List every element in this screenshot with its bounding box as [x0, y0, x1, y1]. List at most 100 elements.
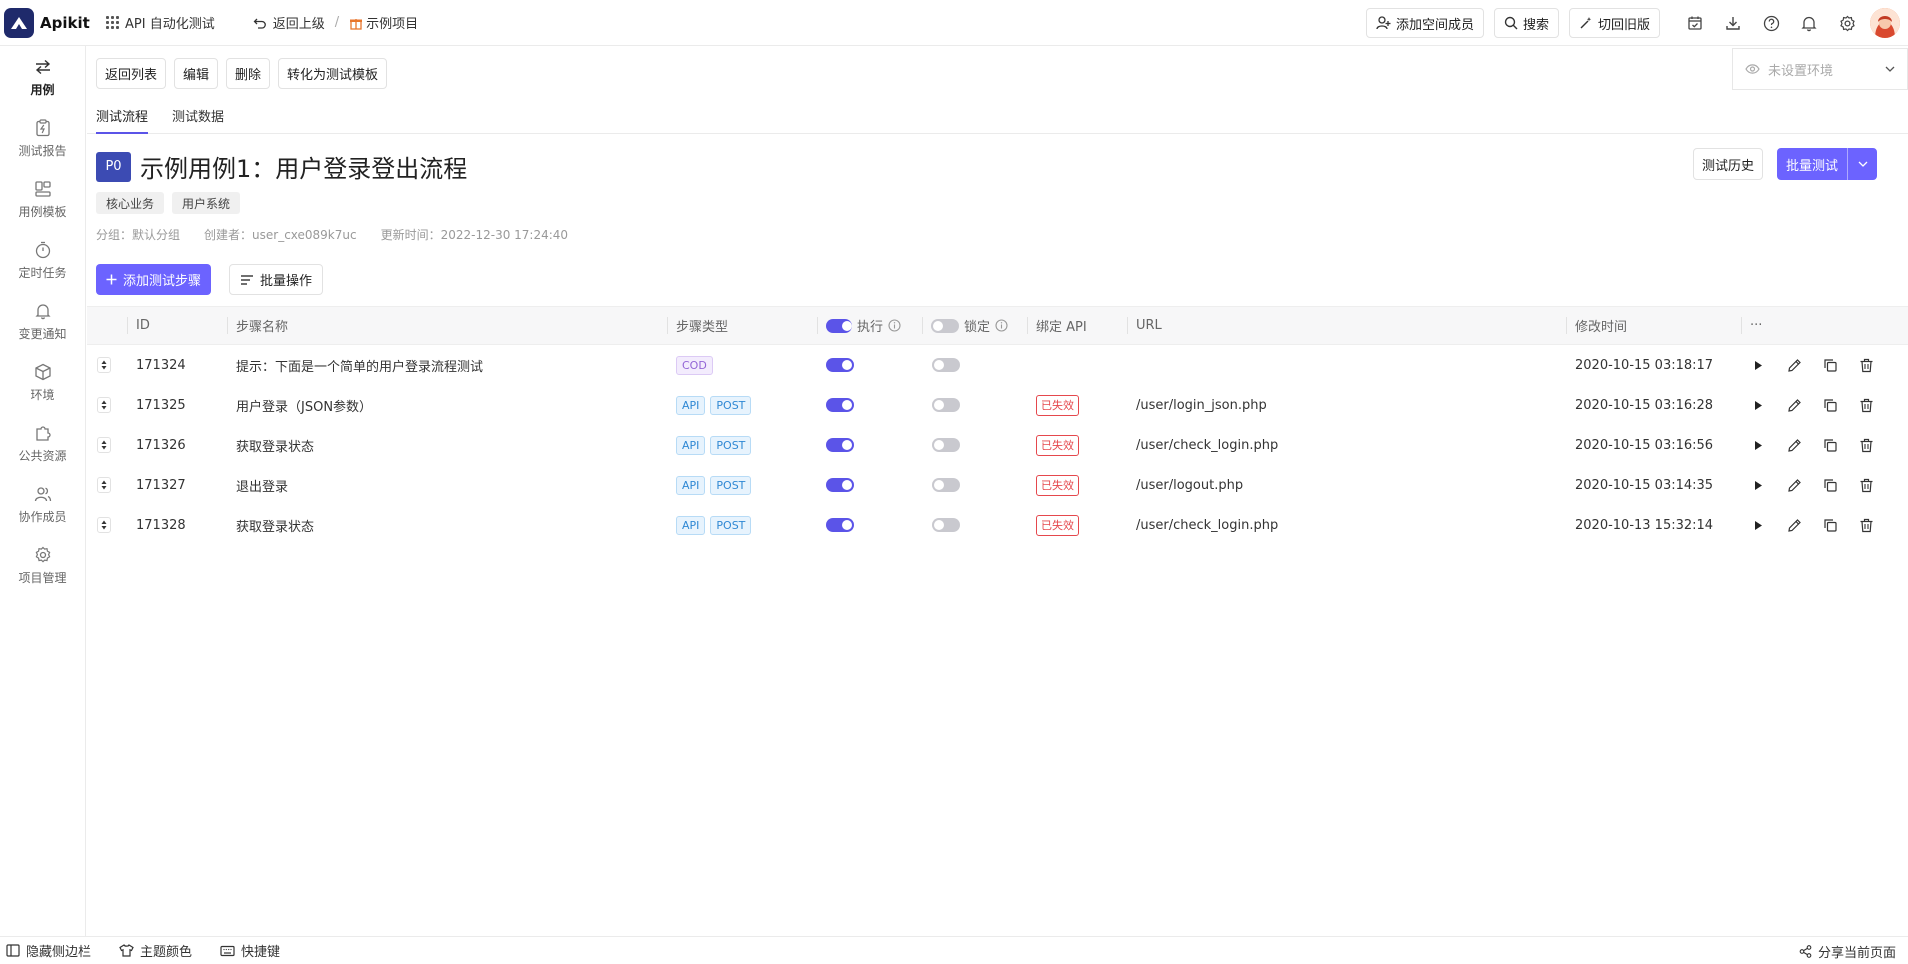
copy-step-button[interactable]: [1812, 345, 1848, 385]
toggle-all-execute[interactable]: [826, 318, 852, 333]
theme-color-button[interactable]: 主题颜色: [119, 941, 192, 960]
table-row[interactable]: 171327 退出登录 API POST 已失效 /user/logout.php…: [87, 465, 1908, 505]
sidebar-item-project-management[interactable]: 项目管理: [0, 534, 85, 595]
test-history-button[interactable]: 测试历史: [1693, 148, 1764, 180]
execute-toggle[interactable]: [826, 478, 854, 492]
shortcuts-button[interactable]: 快捷键: [220, 941, 280, 960]
edit-step-button[interactable]: [1776, 505, 1812, 545]
table-row[interactable]: 171325 用户登录（JSON参数） API POST 已失效 /user/lo…: [87, 385, 1908, 425]
edit-step-button[interactable]: [1776, 345, 1812, 385]
download-icon[interactable]: [1714, 8, 1752, 38]
delete-step-button[interactable]: [1848, 465, 1884, 505]
copy-step-button[interactable]: [1812, 425, 1848, 465]
sidebar-item-change-notifications[interactable]: 变更通知: [0, 290, 85, 351]
lock-toggle[interactable]: [932, 518, 960, 532]
switch-old-version-button[interactable]: 切回旧版: [1568, 8, 1660, 38]
share-page-button[interactable]: 分享当前页面: [1799, 937, 1896, 964]
eye-icon: [1745, 63, 1760, 75]
sidebar-item-case-templates[interactable]: 用例模板: [0, 168, 85, 229]
edit-button[interactable]: 编辑: [174, 58, 219, 89]
help-icon[interactable]: [1752, 8, 1790, 38]
hide-sidebar-label: 隐藏侧边栏: [26, 945, 92, 960]
meta-creator: 创建者：user_cxe089k7uc: [204, 228, 357, 242]
magic-wand-icon: [1579, 16, 1593, 30]
execute-toggle[interactable]: [826, 398, 854, 412]
sidebar-item-test-reports[interactable]: 测试报告: [0, 107, 85, 168]
settings-icon[interactable]: [1828, 8, 1866, 38]
step-modified: 2020-10-15 03:18:17: [1575, 357, 1714, 373]
calendar-check-icon[interactable]: [1676, 8, 1714, 38]
module-switcher[interactable]: API 自动化测试: [106, 13, 215, 32]
run-step-button[interactable]: [1740, 345, 1776, 385]
environment-select[interactable]: 未设置环境: [1732, 48, 1908, 90]
sidebar-item-public-resources[interactable]: 公共资源: [0, 412, 85, 473]
sidebar-item-scheduled-tasks[interactable]: 定时任务: [0, 229, 85, 290]
edit-step-button[interactable]: [1776, 385, 1812, 425]
lock-toggle[interactable]: [932, 358, 960, 372]
step-types: API POST: [676, 505, 752, 545]
step-name[interactable]: 退出登录: [236, 465, 288, 505]
bulk-operations-button[interactable]: 批量操作: [229, 264, 324, 295]
sidebar-item-environment[interactable]: 环境: [0, 351, 85, 412]
convert-to-template-button[interactable]: 转化为测试模板: [278, 58, 388, 89]
step-name[interactable]: 获取登录状态: [236, 425, 314, 465]
logo[interactable]: Apikit: [0, 7, 100, 38]
drag-sort-handle-icon[interactable]: [97, 517, 111, 533]
step-name[interactable]: 用户登录（JSON参数）: [236, 385, 372, 425]
sidebar-item-cases[interactable]: 用例: [0, 46, 85, 107]
delete-step-button[interactable]: [1848, 505, 1884, 545]
delete-step-button[interactable]: [1848, 385, 1884, 425]
run-step-button[interactable]: [1740, 385, 1776, 425]
execute-toggle[interactable]: [826, 358, 854, 372]
execute-toggle[interactable]: [826, 518, 854, 532]
toggle-all-lock[interactable]: [931, 318, 959, 333]
delete-step-button[interactable]: [1848, 345, 1884, 385]
hide-sidebar-button[interactable]: 隐藏侧边栏: [6, 941, 91, 960]
execute-toggle[interactable]: [826, 438, 854, 452]
delete-button[interactable]: 删除: [226, 58, 271, 89]
batch-test-button[interactable]: 批量测试: [1777, 148, 1878, 180]
tab-test-flow[interactable]: 测试流程: [96, 106, 149, 134]
add-test-step-button[interactable]: 添加测试步骤: [96, 264, 212, 295]
copy-step-button[interactable]: [1812, 465, 1848, 505]
case-meta: 分组：默认分组 创建者：user_cxe089k7uc 更新时间：2022-12…: [96, 226, 568, 243]
edit-step-button[interactable]: [1776, 425, 1812, 465]
copy-step-button[interactable]: [1812, 385, 1848, 425]
bell-icon[interactable]: [1790, 8, 1828, 38]
drag-sort-handle-icon[interactable]: [97, 397, 111, 413]
back-to-list-button[interactable]: 返回列表: [96, 58, 167, 89]
breadcrumb-project[interactable]: 示例项目: [349, 13, 418, 32]
delete-step-button[interactable]: [1848, 425, 1884, 465]
bottom-bar: 隐藏侧边栏 主题颜色 快捷键 分享当前页面: [0, 936, 1908, 964]
run-step-button[interactable]: [1740, 465, 1776, 505]
avatar[interactable]: [1870, 8, 1900, 38]
back-up-link[interactable]: 返回上级: [253, 13, 325, 32]
step-id: 171328: [136, 517, 186, 533]
add-space-member-button[interactable]: 添加空间成员: [1365, 8, 1484, 38]
step-name[interactable]: 获取登录状态: [236, 505, 314, 545]
sidebar-item-collaborators[interactable]: 协作成员: [0, 473, 85, 534]
step-modified: 2020-10-15 03:16:28: [1575, 397, 1714, 413]
edit-step-button[interactable]: [1776, 465, 1812, 505]
case-header: P0 示例用例1：用户登录登出流程: [96, 149, 467, 184]
column-settings-button[interactable]: ···: [1740, 307, 1762, 344]
step-type-badge: API: [676, 475, 706, 495]
search-button[interactable]: 搜索: [1493, 8, 1559, 38]
swap-arrows-icon: [34, 56, 52, 78]
lock-toggle[interactable]: [932, 438, 960, 452]
run-step-button[interactable]: [1740, 505, 1776, 545]
drag-sort-handle-icon[interactable]: [97, 357, 111, 373]
copy-step-button[interactable]: [1812, 505, 1848, 545]
tab-test-data[interactable]: 测试数据: [172, 106, 224, 132]
step-name[interactable]: 提示：下面是一个简单的用户登录流程测试: [236, 345, 483, 385]
chevron-down-icon[interactable]: [1847, 148, 1877, 180]
drag-sort-handle-icon[interactable]: [97, 477, 111, 493]
drag-sort-handle-icon[interactable]: [97, 437, 111, 453]
lock-toggle[interactable]: [932, 478, 960, 492]
table-row[interactable]: 171328 获取登录状态 API POST 已失效 /user/check_lo…: [87, 505, 1908, 545]
table-row[interactable]: 171324 提示：下面是一个简单的用户登录流程测试 COD 2020-10-1…: [87, 345, 1908, 385]
table-row[interactable]: 171326 获取登录状态 API POST 已失效 /user/check_lo…: [87, 425, 1908, 465]
lock-toggle[interactable]: [932, 398, 960, 412]
run-step-button[interactable]: [1740, 425, 1776, 465]
step-url: /user/login_json.php: [1136, 397, 1267, 413]
